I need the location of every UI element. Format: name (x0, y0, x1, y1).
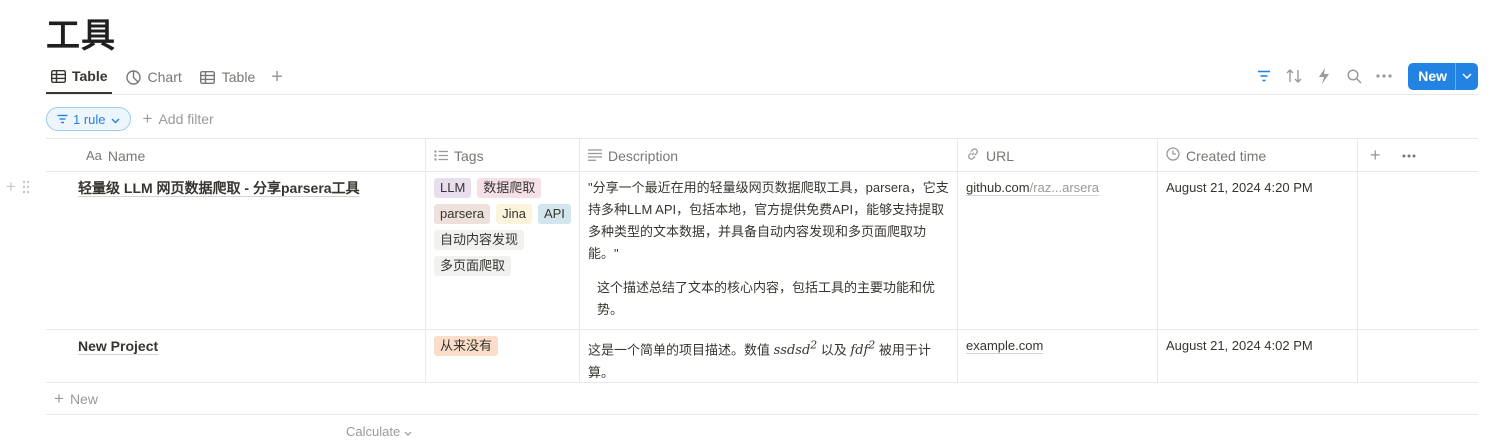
description-text: 以及 (817, 342, 851, 358)
table-row[interactable]: + 轻量级 LLM 网页数据爬取 - 分享parsera工具 LLM 数据爬取 pa… (6, 172, 1478, 330)
add-property-plus-icon[interactable]: + (1362, 139, 1381, 172)
tag-chip: 多页面爬取 (434, 256, 512, 276)
database-table: Aa Name Tags Description URL Created tim… (6, 138, 1478, 415)
chart-icon (126, 69, 142, 85)
link-icon (966, 147, 980, 164)
tag-chip: 数据爬取 (477, 178, 542, 198)
more-options-icon[interactable] (1374, 66, 1394, 86)
row-url[interactable]: github.com/raz...arsera (958, 172, 1157, 205)
column-name-label: Name (107, 147, 146, 164)
add-filter-label: Add filter (158, 111, 214, 127)
description-paragraph: "分享一个最近在用的轻量级网页数据爬取工具，parsera，它支持多种LLM A… (588, 180, 949, 261)
filter-rule-label: 1 rule (73, 111, 106, 127)
multi-select-list-icon (434, 148, 448, 164)
row-created-time: August 21, 2024 4:02 PM (1166, 338, 1313, 353)
column-url-label: URL (986, 147, 1015, 164)
column-tags-label: Tags (454, 147, 484, 164)
add-row-plus-icon[interactable]: + (6, 178, 16, 197)
column-header-name[interactable]: Aa Name (78, 139, 145, 172)
table-icon (50, 68, 66, 84)
url-text: github.com (966, 180, 1030, 195)
row-description[interactable]: "分享一个最近在用的轻量级网页数据爬取工具，parsera，它支持多种LLM A… (580, 172, 957, 329)
row-url[interactable]: example.com (958, 330, 1157, 363)
new-row-label: New (69, 390, 98, 407)
chevron-down-icon (404, 424, 412, 439)
text-property-icon: Aa (86, 148, 102, 163)
tab-label: Table (221, 69, 256, 85)
column-header-url[interactable]: URL (958, 139, 1014, 172)
column-divider (1357, 330, 1358, 382)
url-link[interactable]: github.com/raz...arsera (966, 180, 1099, 195)
filter-icon[interactable] (1254, 66, 1274, 86)
plus-icon: + (142, 109, 153, 128)
tag-chip: 从来没有 (434, 336, 499, 356)
database-toolbar: New (1254, 62, 1478, 90)
table-header: Aa Name Tags Description URL Created tim… (46, 138, 1478, 172)
math-expression: ssdsd2 (773, 339, 818, 359)
row-tags[interactable]: 从来没有 (426, 330, 579, 364)
tab-table-1[interactable]: Table (46, 60, 112, 94)
view-tabs: Table Chart Table + (46, 60, 283, 94)
column-header-description[interactable]: Description (580, 139, 678, 172)
row-handle[interactable]: + (6, 178, 30, 197)
chevron-down-icon (111, 112, 120, 127)
tag-chip: parsera (434, 204, 491, 224)
math-expression: fdf2 (850, 339, 875, 359)
tab-chart[interactable]: Chart (122, 60, 186, 94)
url-text-faded: /raz...arsera (1029, 180, 1099, 195)
sort-icon[interactable] (1284, 66, 1304, 86)
description-paragraph: 这个描述总结了文本的核心内容，包括工具的主要功能和优势。 (597, 280, 936, 317)
tag-chip: API (537, 204, 571, 224)
filter-icon (57, 112, 68, 127)
math-base: ssdsd (773, 343, 811, 359)
column-header-tags[interactable]: Tags (426, 139, 484, 172)
new-button-label[interactable]: New (1408, 62, 1456, 90)
filter-bar: 1 rule + Add filter (46, 107, 214, 131)
filter-rule-chip[interactable]: 1 rule (46, 107, 131, 131)
table-icon (200, 69, 216, 85)
chevron-down-icon[interactable] (1456, 63, 1478, 90)
row-tags[interactable]: LLM 数据爬取 parsera Jina API 自动内容发现 多页面爬取 (426, 172, 579, 284)
row-name[interactable]: 轻量级 LLM 网页数据爬取 - 分享parsera工具 (70, 172, 425, 205)
description-text: 这是一个简单的项目描述。数值 (588, 342, 774, 358)
tag-chip: Jina (496, 204, 532, 224)
tag-chip: LLM (434, 178, 472, 198)
tab-table-2[interactable]: Table (196, 60, 259, 94)
search-icon[interactable] (1344, 66, 1364, 86)
column-header-created-time[interactable]: Created time (1158, 139, 1266, 172)
calculate-button[interactable]: Calculate (346, 424, 412, 439)
page-title: 工具 (46, 17, 116, 55)
clock-icon (1166, 147, 1180, 164)
text-lines-icon (588, 148, 602, 164)
row-created-time: August 21, 2024 4:20 PM (1166, 180, 1313, 195)
tag-chip: 自动内容发现 (434, 230, 525, 250)
drag-handle-icon[interactable] (22, 180, 30, 197)
add-filter-button[interactable]: + Add filter (143, 109, 214, 129)
tab-label: Chart (147, 69, 182, 85)
column-description-label: Description (608, 147, 679, 164)
tab-label: Table (72, 68, 108, 84)
new-button[interactable]: New (1408, 62, 1478, 90)
url-link[interactable]: example.com (966, 338, 1043, 353)
table-row[interactable]: New Project 从来没有 这是一个简单的项目描述。数值 ssdsd2 以… (46, 330, 1478, 383)
column-divider (1357, 172, 1358, 329)
column-created-label: Created time (1186, 147, 1267, 164)
plus-icon: + (54, 388, 64, 408)
column-divider (1357, 139, 1358, 171)
row-name[interactable]: New Project (70, 330, 425, 363)
automation-bolt-icon[interactable] (1314, 66, 1334, 86)
column-more-options-icon[interactable] (1394, 139, 1416, 172)
math-base: fdf (850, 343, 869, 359)
add-view-plus-icon[interactable]: + (271, 66, 283, 89)
views-divider (46, 94, 1478, 95)
add-new-row-button[interactable]: + New (46, 383, 1478, 415)
calculate-label: Calculate (346, 424, 401, 439)
